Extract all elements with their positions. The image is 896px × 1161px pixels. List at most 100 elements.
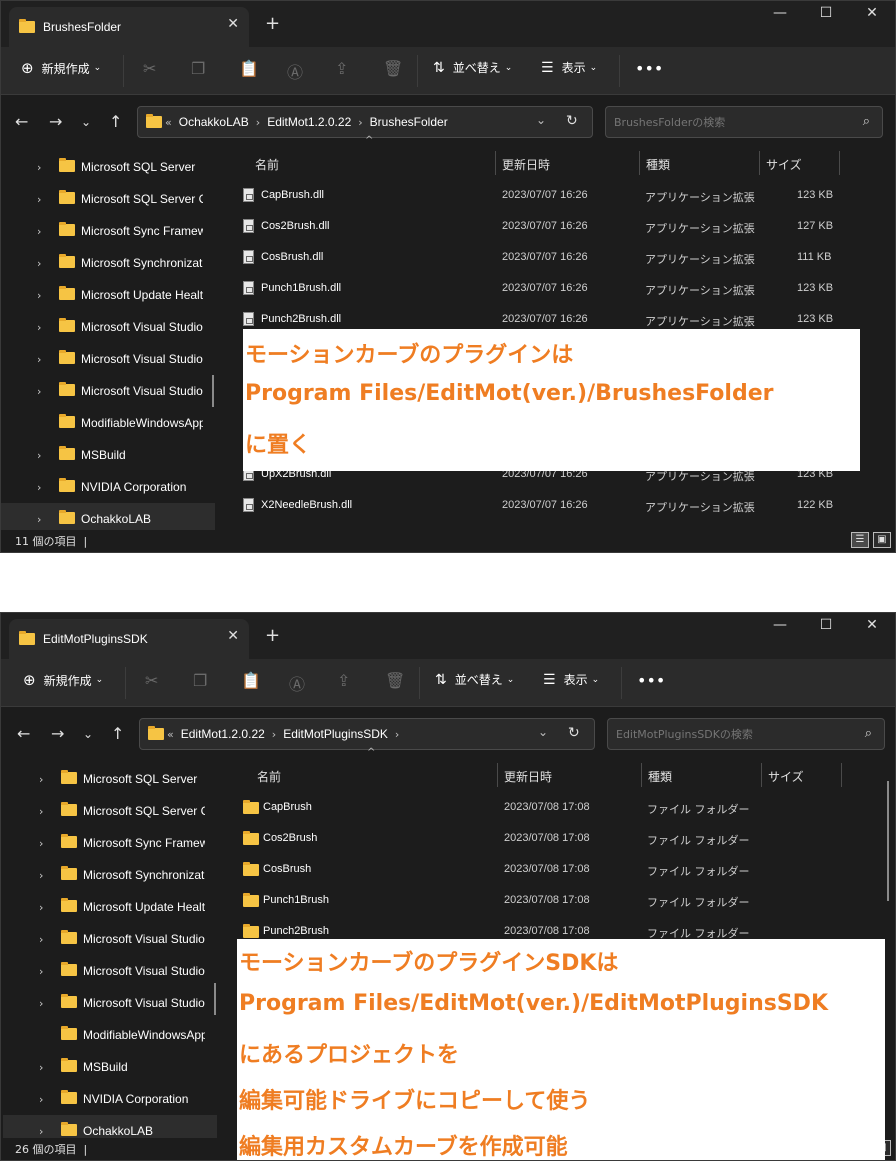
sidebar-item[interactable]: › Microsoft Visual Studio <box>3 923 217 955</box>
chevron-right-icon[interactable]: › <box>37 225 41 238</box>
share-icon[interactable]: ⇪ <box>337 671 350 690</box>
refresh-icon[interactable]: ↻ <box>566 113 578 129</box>
sidebar-item[interactable]: › Microsoft Visual Studio <box>1 311 215 343</box>
chevron-right-icon[interactable]: › <box>37 449 41 462</box>
chevron-right-icon[interactable]: › <box>358 116 362 129</box>
sidebar-item[interactable]: › Microsoft Update Healt <box>3 891 217 923</box>
table-row[interactable]: Cos2Brush.dll 2023/07/07 16:26 アプリケーション拡… <box>237 212 855 242</box>
table-row[interactable]: Punch1Brush.dll 2023/07/07 16:26 アプリケーショ… <box>237 274 855 304</box>
chevron-right-icon[interactable]: › <box>39 933 43 946</box>
sidebar-item[interactable]: › Microsoft Update Healt <box>1 279 215 311</box>
minimize-button[interactable]: — <box>765 617 795 633</box>
chevron-right-icon[interactable]: › <box>37 321 41 334</box>
forward-arrow-icon[interactable]: → <box>51 724 64 743</box>
delete-icon[interactable]: 🗑 <box>385 671 405 690</box>
search-input[interactable] <box>616 727 846 741</box>
view-button[interactable]: ☰ 表示 ⌄ <box>541 59 597 76</box>
new-button[interactable]: ⊕ 新規作成 ⌄ <box>21 59 101 77</box>
breadcrumb-editmot[interactable]: EditMot1.2.0.22 <box>181 727 265 741</box>
column-name[interactable]: 名前 <box>255 156 279 173</box>
sidebar-item[interactable]: › Microsoft Synchronizat <box>3 859 217 891</box>
column-divider[interactable] <box>839 151 840 175</box>
table-row[interactable]: CapBrush.dll 2023/07/07 16:26 アプリケーション拡張… <box>237 181 855 211</box>
column-name[interactable]: 名前 <box>257 768 281 785</box>
chevron-right-icon[interactable]: › <box>37 257 41 270</box>
sidebar-item[interactable]: › Microsoft Synchronizat <box>1 247 215 279</box>
sidebar-item[interactable]: › NVIDIA Corporation <box>3 1083 217 1115</box>
chevron-right-icon[interactable]: › <box>256 116 260 129</box>
sidebar-item[interactable]: › Microsoft Visual Studio <box>1 343 215 375</box>
sidebar-item[interactable]: › Microsoft SQL Server Co <box>3 795 217 827</box>
close-tab-icon[interactable]: ✕ <box>227 628 239 644</box>
chevron-right-icon[interactable]: › <box>395 728 399 741</box>
rename-icon[interactable]: Ⓐ <box>287 59 303 83</box>
paste-icon[interactable]: 📋 <box>241 671 261 690</box>
chevron-right-icon[interactable]: › <box>37 161 41 174</box>
chevron-right-icon[interactable]: › <box>37 289 41 302</box>
column-size[interactable]: サイズ <box>766 156 802 173</box>
table-row[interactable]: CosBrush 2023/07/08 17:08 ファイル フォルダー <box>239 855 855 885</box>
sidebar-item[interactable]: › Microsoft Sync Framew <box>3 827 217 859</box>
more-options-icon[interactable]: ••• <box>637 671 665 690</box>
overflow-chevron-icon[interactable]: « <box>165 116 172 129</box>
maximize-button[interactable]: ☐ <box>811 5 841 21</box>
table-row[interactable]: CapBrush 2023/07/08 17:08 ファイル フォルダー <box>239 793 855 823</box>
copy-icon[interactable]: ❐ <box>193 671 207 690</box>
cut-icon[interactable]: ✂ <box>143 59 156 78</box>
up-arrow-icon[interactable]: ↑ <box>109 112 122 131</box>
sidebar-item[interactable]: › Microsoft Sync Framew <box>1 215 215 247</box>
chevron-right-icon[interactable]: › <box>272 728 276 741</box>
back-arrow-icon[interactable]: ← <box>17 724 30 743</box>
chevron-right-icon[interactable]: › <box>39 805 43 818</box>
search-input[interactable] <box>614 115 844 129</box>
column-divider[interactable] <box>639 151 640 175</box>
forward-arrow-icon[interactable]: → <box>49 112 62 131</box>
search-icon[interactable]: ⌕ <box>863 114 870 129</box>
chevron-right-icon[interactable]: › <box>37 385 41 398</box>
paste-icon[interactable]: 📋 <box>239 59 259 78</box>
tab-brushesfolder[interactable]: BrushesFolder ✕ <box>9 7 249 47</box>
sort-button[interactable]: ⇅ 並べ替え ⌄ <box>433 59 512 76</box>
close-tab-icon[interactable]: ✕ <box>227 16 239 32</box>
sidebar-item[interactable]: › NVIDIA Corporation <box>1 471 215 503</box>
address-dropdown-icon[interactable]: ⌄ <box>536 113 546 127</box>
overflow-chevron-icon[interactable]: « <box>167 728 174 741</box>
chevron-right-icon[interactable]: › <box>37 193 41 206</box>
search-icon[interactable]: ⌕ <box>865 726 872 741</box>
sidebar-item[interactable]: › Microsoft Visual Studio <box>1 375 215 407</box>
column-divider[interactable] <box>495 151 496 175</box>
tab-editmotpluginssdk[interactable]: EditMotPluginsSDK ✕ <box>9 619 249 659</box>
table-row[interactable]: CosBrush.dll 2023/07/07 16:26 アプリケーション拡張… <box>237 243 855 273</box>
sidebar-item[interactable]: › Microsoft SQL Server <box>1 151 215 183</box>
chevron-right-icon[interactable]: › <box>37 353 41 366</box>
sidebar-item[interactable]: › MSBuild <box>3 1051 217 1083</box>
up-arrow-icon[interactable]: ↑ <box>111 724 124 743</box>
sidebar-item[interactable]: ModifiableWindowsApp <box>1 407 215 439</box>
chevron-right-icon[interactable]: › <box>39 997 43 1010</box>
breadcrumb-current[interactable]: EditMotPluginsSDK <box>283 727 388 741</box>
column-divider[interactable] <box>497 763 498 787</box>
column-divider[interactable] <box>759 151 760 175</box>
chevron-right-icon[interactable]: › <box>39 773 43 786</box>
sidebar-item[interactable]: ModifiableWindowsApp <box>3 1019 217 1051</box>
rename-icon[interactable]: Ⓐ <box>289 671 305 695</box>
tiles-view-button[interactable]: ▣ <box>873 532 891 548</box>
column-divider[interactable] <box>641 763 642 787</box>
chevron-right-icon[interactable]: › <box>39 1093 43 1106</box>
copy-icon[interactable]: ❐ <box>191 59 205 78</box>
column-type[interactable]: 種類 <box>646 156 670 173</box>
recent-chevron-icon[interactable]: ⌄ <box>81 115 91 129</box>
column-date[interactable]: 更新日時 <box>504 768 552 785</box>
sidebar-item[interactable]: › Microsoft Visual Studio <box>3 955 217 987</box>
sidebar-scrollbar[interactable] <box>214 983 216 1015</box>
table-row[interactable]: X2NeedleBrush.dll 2023/07/07 16:26 アプリケー… <box>237 491 855 521</box>
address-dropdown-icon[interactable]: ⌄ <box>538 725 548 739</box>
sidebar-item[interactable]: › Microsoft Visual Studio <box>3 987 217 1019</box>
search-box[interactable]: ⌕ <box>607 718 885 750</box>
column-divider[interactable] <box>761 763 762 787</box>
table-row[interactable]: Cos2Brush 2023/07/08 17:08 ファイル フォルダー <box>239 824 855 854</box>
address-field[interactable]: « EditMot1.2.0.22 › EditMotPluginsSDK › … <box>139 718 595 750</box>
share-icon[interactable]: ⇪ <box>335 59 348 78</box>
new-button[interactable]: ⊕ 新規作成 ⌄ <box>23 671 103 689</box>
refresh-icon[interactable]: ↻ <box>568 725 580 741</box>
